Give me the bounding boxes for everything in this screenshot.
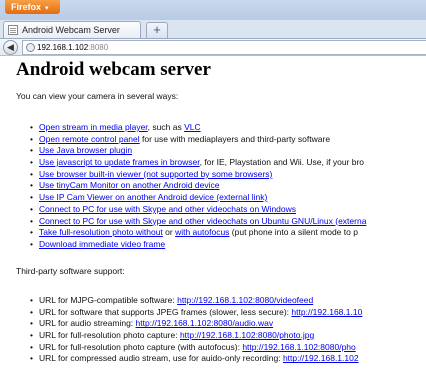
bullet-icon: • xyxy=(30,295,33,305)
bullet-icon: • xyxy=(30,122,33,132)
list-item: • Connect to PC for use with Skype and ot… xyxy=(30,204,366,216)
url-link[interactable]: http://192.168.1.102:8080/videofeed xyxy=(177,295,313,305)
back-button[interactable]: ◀ xyxy=(3,40,18,55)
way-link[interactable]: Use tinyCam Monitor on another Android d… xyxy=(39,180,219,190)
bullet-icon: • xyxy=(30,203,33,214)
way-link[interactable]: Use javascript to update frames in brows… xyxy=(39,157,200,167)
third-party-url-list: • URL for MJPG-compatible software: http:… xyxy=(30,295,362,365)
bullet-icon: • xyxy=(30,133,33,144)
url-host: 192.168.1.102 xyxy=(37,43,89,52)
list-item: • URL for full-resolution photo capture: … xyxy=(30,330,362,342)
bottom-edge xyxy=(0,367,426,374)
way-link[interactable]: Open stream in media player xyxy=(39,122,148,132)
bullet-icon: • xyxy=(30,145,33,156)
bullet-icon: • xyxy=(30,238,33,249)
list-item: • Open remote control panel for use with … xyxy=(30,134,366,146)
list-item: • Use IP Cam Viewer on another Android de… xyxy=(30,192,366,204)
bullet-icon: • xyxy=(30,353,33,364)
list-item: • Use browser built-in viewer (not suppor… xyxy=(30,169,366,181)
way-link[interactable]: Take full-resolution photo without xyxy=(39,227,163,237)
way-link[interactable]: Use IP Cam Viewer on another Android dev… xyxy=(39,192,267,202)
list-item: • URL for compressed audio stream, use fo… xyxy=(30,353,362,365)
list-item: • Connect to PC for use with Skype and ot… xyxy=(30,216,366,228)
url-link[interactable]: http://192.168.1.102:8080/pho xyxy=(242,342,355,352)
url-description: URL for full-resolution photo capture: xyxy=(39,330,180,341)
way-text-secondary: (put phone into a silent mode to p xyxy=(229,227,358,238)
title-bar: Firefox ▾ xyxy=(0,0,426,20)
bullet-icon: • xyxy=(30,227,33,238)
list-item: • URL for MJPG-compatible software: http:… xyxy=(30,295,362,307)
page-content: Android webcam server You can view your … xyxy=(0,56,426,374)
list-item: • URL for audio streaming: http://192.168… xyxy=(30,318,362,330)
url-port: :8080 xyxy=(88,43,109,52)
bullet-icon: • xyxy=(30,318,33,329)
intro-text: You can view your camera in several ways… xyxy=(16,91,179,101)
url-description: URL for software that supports JPEG fram… xyxy=(39,306,292,317)
way-link[interactable]: Connect to PC for use with Skype and oth… xyxy=(39,204,296,214)
page-icon xyxy=(8,25,18,35)
way-text: for use with mediaplayers and third-part… xyxy=(139,133,331,144)
bullet-icon: • xyxy=(30,157,33,168)
bullet-icon: • xyxy=(30,192,33,203)
url-bar[interactable]: 192.168.1.102:8080 xyxy=(22,40,426,55)
url-description: URL for audio streaming: xyxy=(39,318,136,329)
navigation-toolbar: ◀ 192.168.1.102:8080 xyxy=(0,38,426,56)
firefox-menu-button[interactable]: Firefox ▾ xyxy=(5,0,60,14)
list-item: • Download immediate video frame xyxy=(30,239,366,251)
url-link[interactable]: http://192.168.1.10 xyxy=(291,307,362,317)
back-arrow-icon: ◀ xyxy=(7,42,14,52)
way-text: , such as xyxy=(147,122,185,132)
browser-window: Firefox ▾ Android Webcam Server + ◀ 192.… xyxy=(0,0,426,374)
bullet-icon: • xyxy=(30,215,33,226)
url-link[interactable]: http://192.168.1.102:8080/audio.wav xyxy=(136,318,274,328)
bullet-icon: • xyxy=(30,180,33,191)
view-options-list: • Open stream in media player, such as VL… xyxy=(30,122,366,251)
third-party-heading: Third-party software support: xyxy=(16,266,125,276)
bullet-icon: • xyxy=(30,168,33,179)
list-item: • Use javascript to update frames in brow… xyxy=(30,157,366,169)
bullet-icon: • xyxy=(30,306,33,317)
url-link[interactable]: http://192.168.1.102:8080/photo.jpg xyxy=(180,330,314,340)
new-tab-button[interactable]: + xyxy=(146,22,168,38)
url-description: URL for MJPG-compatible software: xyxy=(39,295,178,305)
page-title: Android webcam server xyxy=(16,59,211,80)
bullet-icon: • xyxy=(30,330,33,341)
list-item: • Use tinyCam Monitor on another Android … xyxy=(30,180,366,192)
firefox-menu-label: Firefox xyxy=(11,2,42,12)
way-link-secondary[interactable]: VLC xyxy=(184,122,201,132)
plus-icon: + xyxy=(153,22,161,37)
way-text: , for IE, Playstation and Wii. Use, if y… xyxy=(199,157,365,168)
bullet-icon: • xyxy=(30,341,33,352)
globe-icon xyxy=(26,43,35,52)
list-item: • URL for full-resolution photo capture (… xyxy=(30,342,362,354)
list-item: • Open stream in media player, such as VL… xyxy=(30,122,366,134)
way-link[interactable]: Use Java browser plugin xyxy=(39,145,132,155)
chevron-down-icon: ▾ xyxy=(43,5,49,12)
tab-title: Android Webcam Server xyxy=(22,25,120,35)
url-description: URL for compressed audio stream, use for… xyxy=(39,353,283,364)
way-link-secondary[interactable]: with autofocus xyxy=(175,227,229,237)
url-description: URL for full-resolution photo capture (w… xyxy=(39,341,243,352)
list-item: • Use Java browser plugin xyxy=(30,145,366,157)
url-link[interactable]: http://192.168.1.102 xyxy=(283,353,359,363)
tab-android-webcam-server[interactable]: Android Webcam Server xyxy=(3,21,141,38)
list-item: • URL for software that supports JPEG fra… xyxy=(30,307,362,319)
way-link[interactable]: Download immediate video frame xyxy=(39,239,165,249)
way-link[interactable]: Connect to PC for use with Skype and oth… xyxy=(39,216,366,226)
list-item: • Take full-resolution photo without or w… xyxy=(30,227,366,239)
way-link[interactable]: Open remote control panel xyxy=(39,134,140,144)
way-link[interactable]: Use browser built-in viewer (not support… xyxy=(39,169,272,179)
way-text: or xyxy=(162,227,176,238)
